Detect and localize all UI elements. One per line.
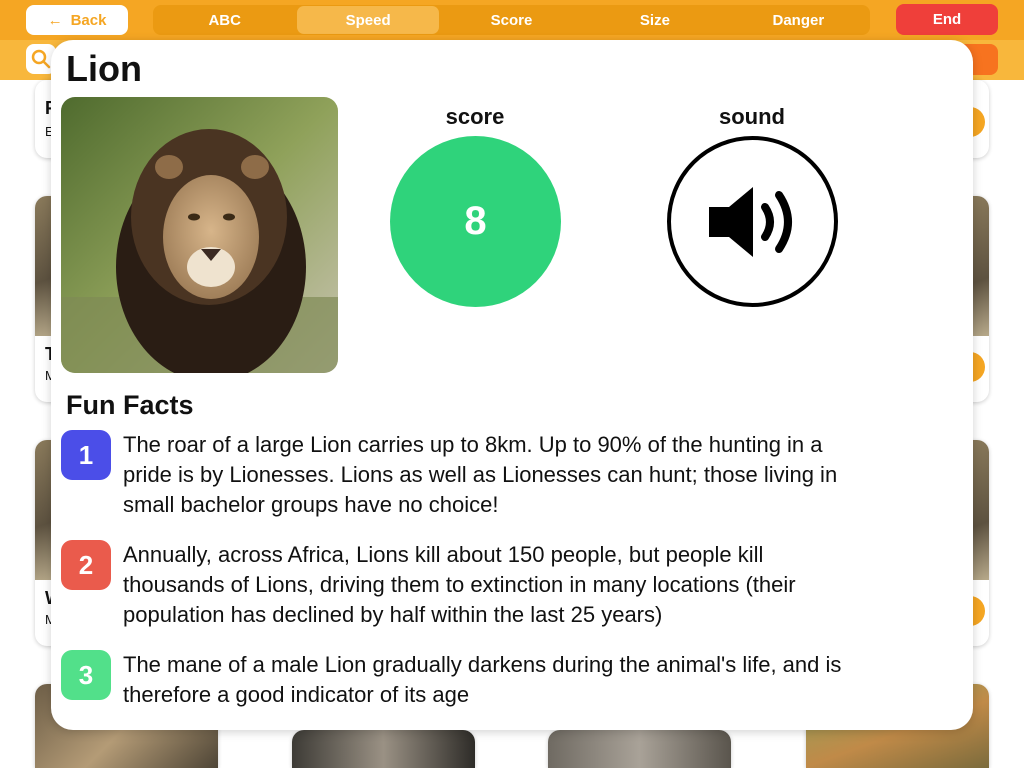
- score-label: score: [445, 104, 505, 129]
- animal-photo: [292, 730, 475, 768]
- animal-card[interactable]: [548, 730, 731, 768]
- fact-text: The roar of a large Lion carries up to 8…: [123, 432, 838, 517]
- arrow-left-icon: ←: [47, 11, 63, 29]
- fun-fact-item: 1 The roar of a large Lion carries up to…: [61, 430, 961, 520]
- sound-button[interactable]: [667, 136, 838, 307]
- search-icon: [31, 49, 51, 69]
- sound-label: sound: [719, 104, 785, 129]
- animal-detail-modal: Lion score 8 sound Fun Facts 1 The roar …: [51, 40, 973, 730]
- sort-segmented-control: ABC Speed Score Size Danger: [153, 5, 870, 35]
- fun-facts-heading: Fun Facts: [66, 390, 194, 420]
- back-button-label: Back: [70, 11, 107, 29]
- fact-text: The mane of a male Lion gradually darken…: [123, 652, 842, 707]
- fact-number-badge: 3: [61, 650, 111, 700]
- tab-size[interactable]: Size: [584, 6, 725, 34]
- top-toolbar: ← Back ABC Speed Score Size Danger End: [0, 0, 1024, 40]
- back-button[interactable]: ← Back: [26, 5, 128, 35]
- fact-number-badge: 1: [61, 430, 111, 480]
- animal-name: Lion: [66, 48, 142, 89]
- animal-card[interactable]: [292, 730, 475, 768]
- tab-speed[interactable]: Speed: [297, 6, 439, 34]
- animal-photo: [61, 97, 338, 373]
- speaker-icon: [708, 186, 792, 257]
- animal-photo: [971, 196, 989, 336]
- tab-abc[interactable]: ABC: [154, 6, 295, 34]
- fun-fact-item: 2 Annually, across Africa, Lions kill ab…: [61, 540, 961, 630]
- end-button[interactable]: End: [896, 4, 998, 35]
- fact-number-badge: 2: [61, 540, 111, 590]
- score-badge: 8: [390, 136, 561, 307]
- fun-fact-item: 3 The mane of a male Lion gradually dark…: [61, 650, 961, 710]
- animal-photo: [971, 440, 989, 580]
- fact-text: Annually, across Africa, Lions kill abou…: [123, 542, 796, 627]
- animal-photo: [548, 730, 731, 768]
- tab-danger[interactable]: Danger: [728, 6, 869, 34]
- tab-score[interactable]: Score: [441, 6, 582, 34]
